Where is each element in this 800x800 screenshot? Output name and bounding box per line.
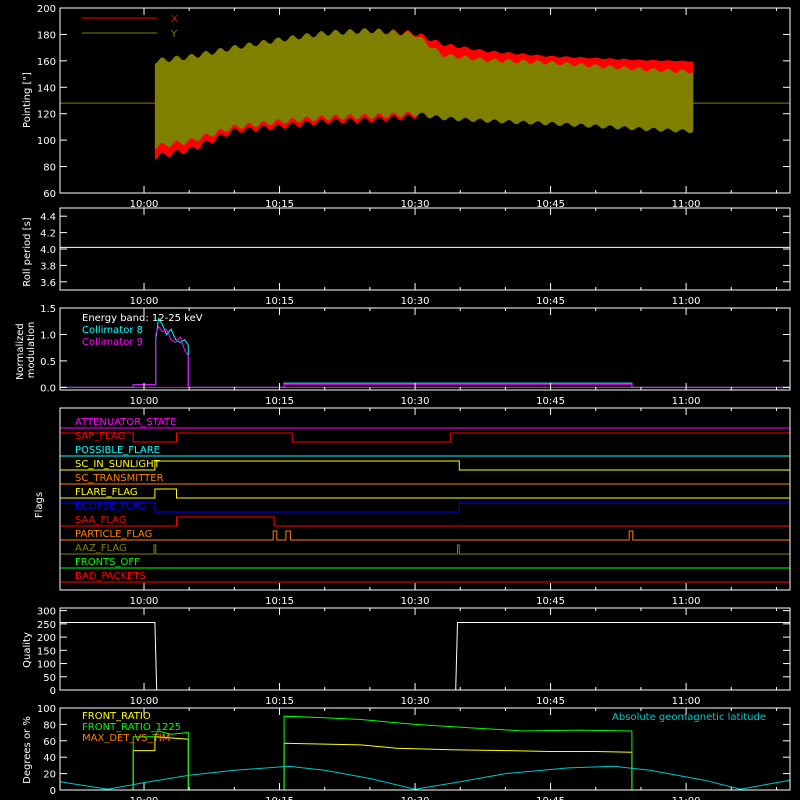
figure: 10:0010:1510:3010:4511:0011:156080100120… <box>0 0 800 800</box>
quality-xtick-label: 10:30 <box>401 696 430 707</box>
legend-label-front-ratio: FRONT_RATIO <box>82 711 151 722</box>
roll-period-xtick-label: 10:45 <box>536 296 565 307</box>
quality-ytick-label: 50 <box>43 673 56 684</box>
ratios-ytick-label: 0 <box>50 786 56 797</box>
flags-xtick-label: 10:00 <box>130 596 159 607</box>
flag-label: ATTENUATOR_STATE <box>75 417 176 428</box>
modulation-ylabel: Normalized modulation <box>15 320 37 380</box>
flag-label: POSSIBLE_FLARE <box>75 445 160 456</box>
quality-xtick-label: 10:15 <box>265 696 294 707</box>
flag-label: FRONTS_OFF <box>75 557 140 568</box>
pointing-ytick-label: 80 <box>43 163 56 174</box>
pointing-ytick-label: 60 <box>43 189 56 200</box>
ratios-xtick-label: 10:00 <box>130 796 159 800</box>
modulation-ytick-label: 0.0 <box>40 383 56 394</box>
flag-label: AAZ_FLAG <box>75 543 127 554</box>
roll-period-ytick-label: 4.4 <box>40 212 56 223</box>
modulation-ytick-label: 0.5 <box>40 357 56 368</box>
modulation-ylabel-line1: Normalized <box>15 323 26 380</box>
modulation-ytick-label: 1.5 <box>40 304 56 315</box>
pointing-ytick-label: 160 <box>37 57 56 68</box>
ratios-ytick-label: 60 <box>43 737 56 748</box>
modulation-xtick-label: 10:30 <box>401 396 430 407</box>
energy-band-annotation: Energy band: 12-25 keV <box>82 313 203 324</box>
pointing-ytick-label: 200 <box>37 4 56 15</box>
quality-xtick-label: 10:00 <box>130 696 159 707</box>
quality-xtick-label: 10:45 <box>536 696 565 707</box>
roll-period-xtick-label: 10:00 <box>130 296 159 307</box>
flags-xtick-label: 10:45 <box>536 596 565 607</box>
roll-period-ytick-label: 4.0 <box>40 245 56 256</box>
modulation-ytick-label: 1.0 <box>40 330 56 341</box>
quality-xtick-label: 11:00 <box>672 696 701 707</box>
flag-label: SAA_FLAG <box>75 515 126 526</box>
flag-label: PARTICLE_FLAG <box>75 529 152 540</box>
quality-ytick-label: 100 <box>37 660 56 671</box>
ratios-ytick-label: 40 <box>43 753 56 764</box>
quality-ylabel: Quality <box>22 632 33 668</box>
legend-label-collimator-9: Collimator 9 <box>82 337 143 348</box>
roll-period-ytick-label: 3.6 <box>40 278 56 289</box>
roll-period-xtick-label: 10:30 <box>401 296 430 307</box>
modulation-xtick-label: 10:15 <box>265 396 294 407</box>
ratios-ytick-label: 100 <box>37 704 56 715</box>
ratios-xtick-label: 10:15 <box>265 796 294 800</box>
modulation-xtick-label: 10:45 <box>536 396 565 407</box>
flags-xtick-label: 10:30 <box>401 596 430 607</box>
pointing-ytick-label: 100 <box>37 136 56 147</box>
quality-ytick-label: 300 <box>37 607 56 618</box>
modulation-xtick-label: 11:00 <box>672 396 701 407</box>
ratios-ylabel: Degrees or % <box>22 716 33 784</box>
modulation-ylabel-line2: modulation <box>26 322 37 379</box>
pointing-ylabel: Pointing ["] <box>22 72 33 128</box>
quality-ytick-label: 250 <box>37 620 56 631</box>
pointing-ytick-label: 120 <box>37 110 56 121</box>
roll-period-ytick-label: 4.2 <box>40 229 56 240</box>
legend-label-max-det-vs-tim: MAX_DET_VS_TIM <box>82 733 170 744</box>
legend-label-y: Y <box>170 29 178 40</box>
legend-label-geomagnetic-latitude: Absolute geomagnetic latitude <box>612 712 766 723</box>
legend-label-front-ratio-1225: FRONT_RATIO_1225 <box>82 722 181 733</box>
flags-ylabel: Flags <box>34 492 45 518</box>
ratios-ytick-label: 80 <box>43 720 56 731</box>
modulation-xtick-label: 10:00 <box>130 396 159 407</box>
ratios-xtick-label: 11:00 <box>672 796 701 800</box>
quality-ytick-label: 0 <box>50 686 56 697</box>
roll-period-ytick-label: 3.8 <box>40 261 56 272</box>
pointing-ytick-label: 140 <box>37 83 56 94</box>
quality-ytick-label: 150 <box>37 646 56 657</box>
flags-xtick-label: 10:15 <box>265 596 294 607</box>
legend-label-x: X <box>171 14 178 25</box>
ratios-xtick-label: 10:30 <box>401 796 430 800</box>
roll-period-xtick-label: 11:00 <box>672 296 701 307</box>
ratios-xtick-label: 10:45 <box>536 796 565 800</box>
legend-label-collimator-8: Collimator 8 <box>82 325 143 336</box>
quality-ytick-label: 200 <box>37 633 56 644</box>
roll-period-ylabel: Roll period [s] <box>22 217 33 286</box>
flag-label: BAD_PACKETS <box>75 571 146 582</box>
flag-label: SC_TRANSMITTER <box>75 473 164 484</box>
flag-label: SC_IN_SUNLIGHT <box>75 459 161 470</box>
flags-xtick-label: 11:00 <box>672 596 701 607</box>
ratios-ytick-label: 20 <box>43 770 56 781</box>
flag-label: FLARE_FLAG <box>75 487 138 498</box>
roll-period-xtick-label: 10:15 <box>265 296 294 307</box>
pointing-ytick-label: 180 <box>37 30 56 41</box>
